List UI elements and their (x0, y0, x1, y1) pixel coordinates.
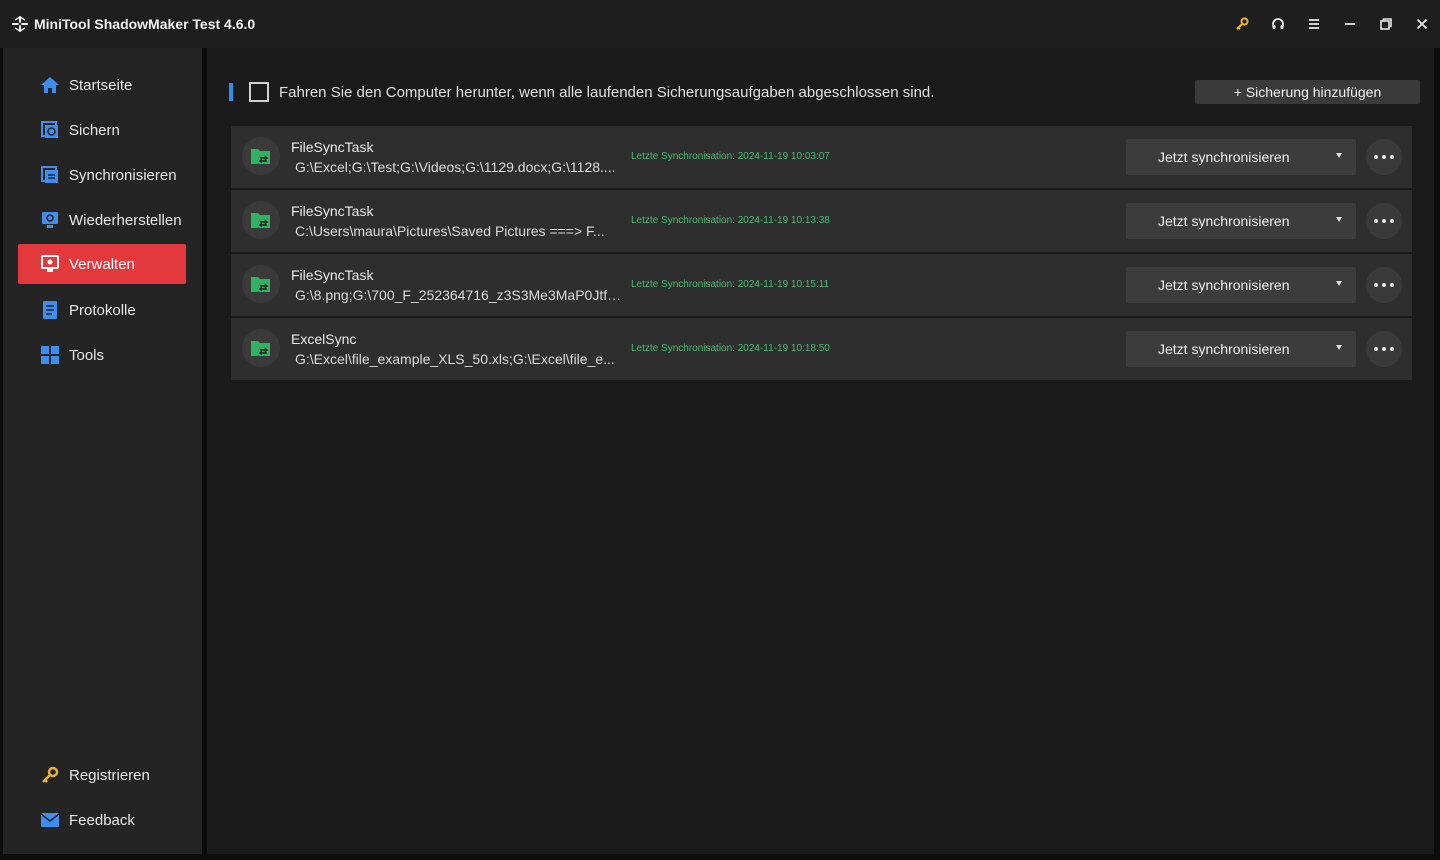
home-icon (40, 75, 60, 95)
mail-icon (40, 810, 60, 830)
main-panel: Fahren Sie den Computer herunter, wenn a… (207, 48, 1434, 856)
restore-icon (40, 210, 60, 230)
last-sync-time: Letzte Synchronisation: 2024-11-19 10:13… (631, 215, 830, 226)
restore-icon[interactable] (1368, 0, 1404, 48)
sidebar-item-label: Protokolle (69, 301, 136, 319)
sidebar-item-label: Tools (69, 346, 105, 364)
add-backup-button[interactable]: + Sicherung hinzufügen (1195, 80, 1420, 104)
sync-now-label: Jetzt synchronisieren (1158, 149, 1290, 165)
sidebar-item-tools[interactable]: Tools (18, 335, 186, 375)
task-path: G:\8.png;G:\700_F_252364716_z3S3Me3MaP0J… (295, 287, 625, 303)
task-name: FileSyncTask (291, 139, 374, 155)
more-options-icon[interactable] (1366, 139, 1402, 175)
task-row: FileSyncTask G:\Excel;G:\Test;G:\Videos;… (231, 126, 1412, 190)
folder-sync-icon (242, 265, 280, 303)
app-logo-icon (11, 15, 29, 33)
task-name: ExcelSync (291, 331, 357, 347)
sync-now-button[interactable]: Jetzt synchronisieren (1126, 139, 1356, 175)
key-icon[interactable] (1224, 0, 1260, 48)
task-name: FileSyncTask (291, 203, 374, 219)
folder-sync-icon (242, 137, 280, 175)
caret-down-icon[interactable] (1336, 345, 1342, 350)
last-sync-time: Letzte Synchronisation: 2024-11-19 10:18… (631, 343, 830, 354)
window-border-right (1434, 48, 1440, 860)
sync-now-button[interactable]: Jetzt synchronisieren (1126, 203, 1356, 239)
manage-icon (40, 254, 60, 274)
sidebar-item-label: Sichern (69, 121, 120, 139)
caret-down-icon[interactable] (1336, 217, 1342, 222)
sidebar-item-label: Registrieren (69, 766, 150, 784)
sync-now-label: Jetzt synchronisieren (1158, 213, 1290, 229)
sidebar-item-verwalten[interactable]: Verwalten (18, 244, 186, 284)
sync-now-label: Jetzt synchronisieren (1158, 277, 1290, 293)
shutdown-option: Fahren Sie den Computer herunter, wenn a… (229, 81, 934, 103)
backup-icon (40, 120, 60, 140)
sync-icon (40, 165, 60, 185)
sync-now-button[interactable]: Jetzt synchronisieren (1126, 331, 1356, 367)
sidebar-item-label: Feedback (69, 811, 135, 829)
task-path: G:\Excel;G:\Test;G:\Videos;G:\1129.docx;… (295, 159, 616, 175)
sidebar-item-wiederherstellen[interactable]: Wiederherstellen (18, 200, 186, 240)
sidebar-item-label: Startseite (69, 76, 133, 94)
sidebar: Startseite Sichern Synchronisieren Wiede… (0, 48, 202, 854)
sidebar-item-feedback[interactable]: Feedback (18, 800, 186, 840)
last-sync-time: Letzte Synchronisation: 2024-11-19 10:15… (631, 279, 830, 290)
shutdown-label: Fahren Sie den Computer herunter, wenn a… (279, 83, 935, 101)
menu-icon[interactable] (1296, 0, 1332, 48)
window-border-bottom (0, 854, 1440, 860)
more-options-icon[interactable] (1366, 267, 1402, 303)
task-row: FileSyncTask G:\8.png;G:\700_F_252364716… (231, 254, 1412, 318)
headset-icon[interactable] (1260, 0, 1296, 48)
task-name: FileSyncTask (291, 267, 374, 283)
sidebar-item-sichern[interactable]: Sichern (18, 110, 186, 150)
task-row: ExcelSync G:\Excel\file_example_XLS_50.x… (231, 318, 1412, 382)
window-title: MiniTool ShadowMaker Test 4.6.0 (34, 16, 256, 32)
sidebar-item-synchronisieren[interactable]: Synchronisieren (18, 155, 186, 195)
more-options-icon[interactable] (1366, 203, 1402, 239)
window-controls (1224, 0, 1440, 48)
sync-now-label: Jetzt synchronisieren (1158, 341, 1290, 357)
minimize-icon[interactable] (1332, 0, 1368, 48)
sidebar-item-label: Synchronisieren (69, 166, 177, 184)
sidebar-item-protokolle[interactable]: Protokolle (18, 290, 186, 330)
title-bar: MiniTool ShadowMaker Test 4.6.0 (0, 0, 1440, 48)
task-row: FileSyncTask C:\Users\maura\Pictures\Sav… (231, 190, 1412, 254)
sidebar-item-label: Wiederherstellen (69, 211, 182, 229)
sync-now-button[interactable]: Jetzt synchronisieren (1126, 267, 1356, 303)
folder-sync-icon (242, 201, 280, 239)
task-path: G:\Excel\file_example_XLS_50.xls;G:\Exce… (295, 351, 615, 367)
sidebar-item-registrieren[interactable]: Registrieren (18, 755, 186, 795)
key-icon (40, 765, 60, 785)
caret-down-icon[interactable] (1336, 281, 1342, 286)
task-path: C:\Users\maura\Pictures\Saved Pictures =… (295, 223, 605, 239)
section-accent-bar (229, 83, 233, 101)
folder-sync-icon (242, 329, 280, 367)
close-icon[interactable] (1404, 0, 1440, 48)
sidebar-item-label: Verwalten (69, 255, 135, 273)
sidebar-item-startseite[interactable]: Startseite (18, 65, 186, 105)
shutdown-checkbox[interactable] (249, 82, 269, 102)
more-options-icon[interactable] (1366, 331, 1402, 367)
caret-down-icon[interactable] (1336, 153, 1342, 158)
tools-icon (40, 345, 60, 365)
logs-icon (40, 300, 60, 320)
last-sync-time: Letzte Synchronisation: 2024-11-19 10:03… (631, 151, 830, 162)
